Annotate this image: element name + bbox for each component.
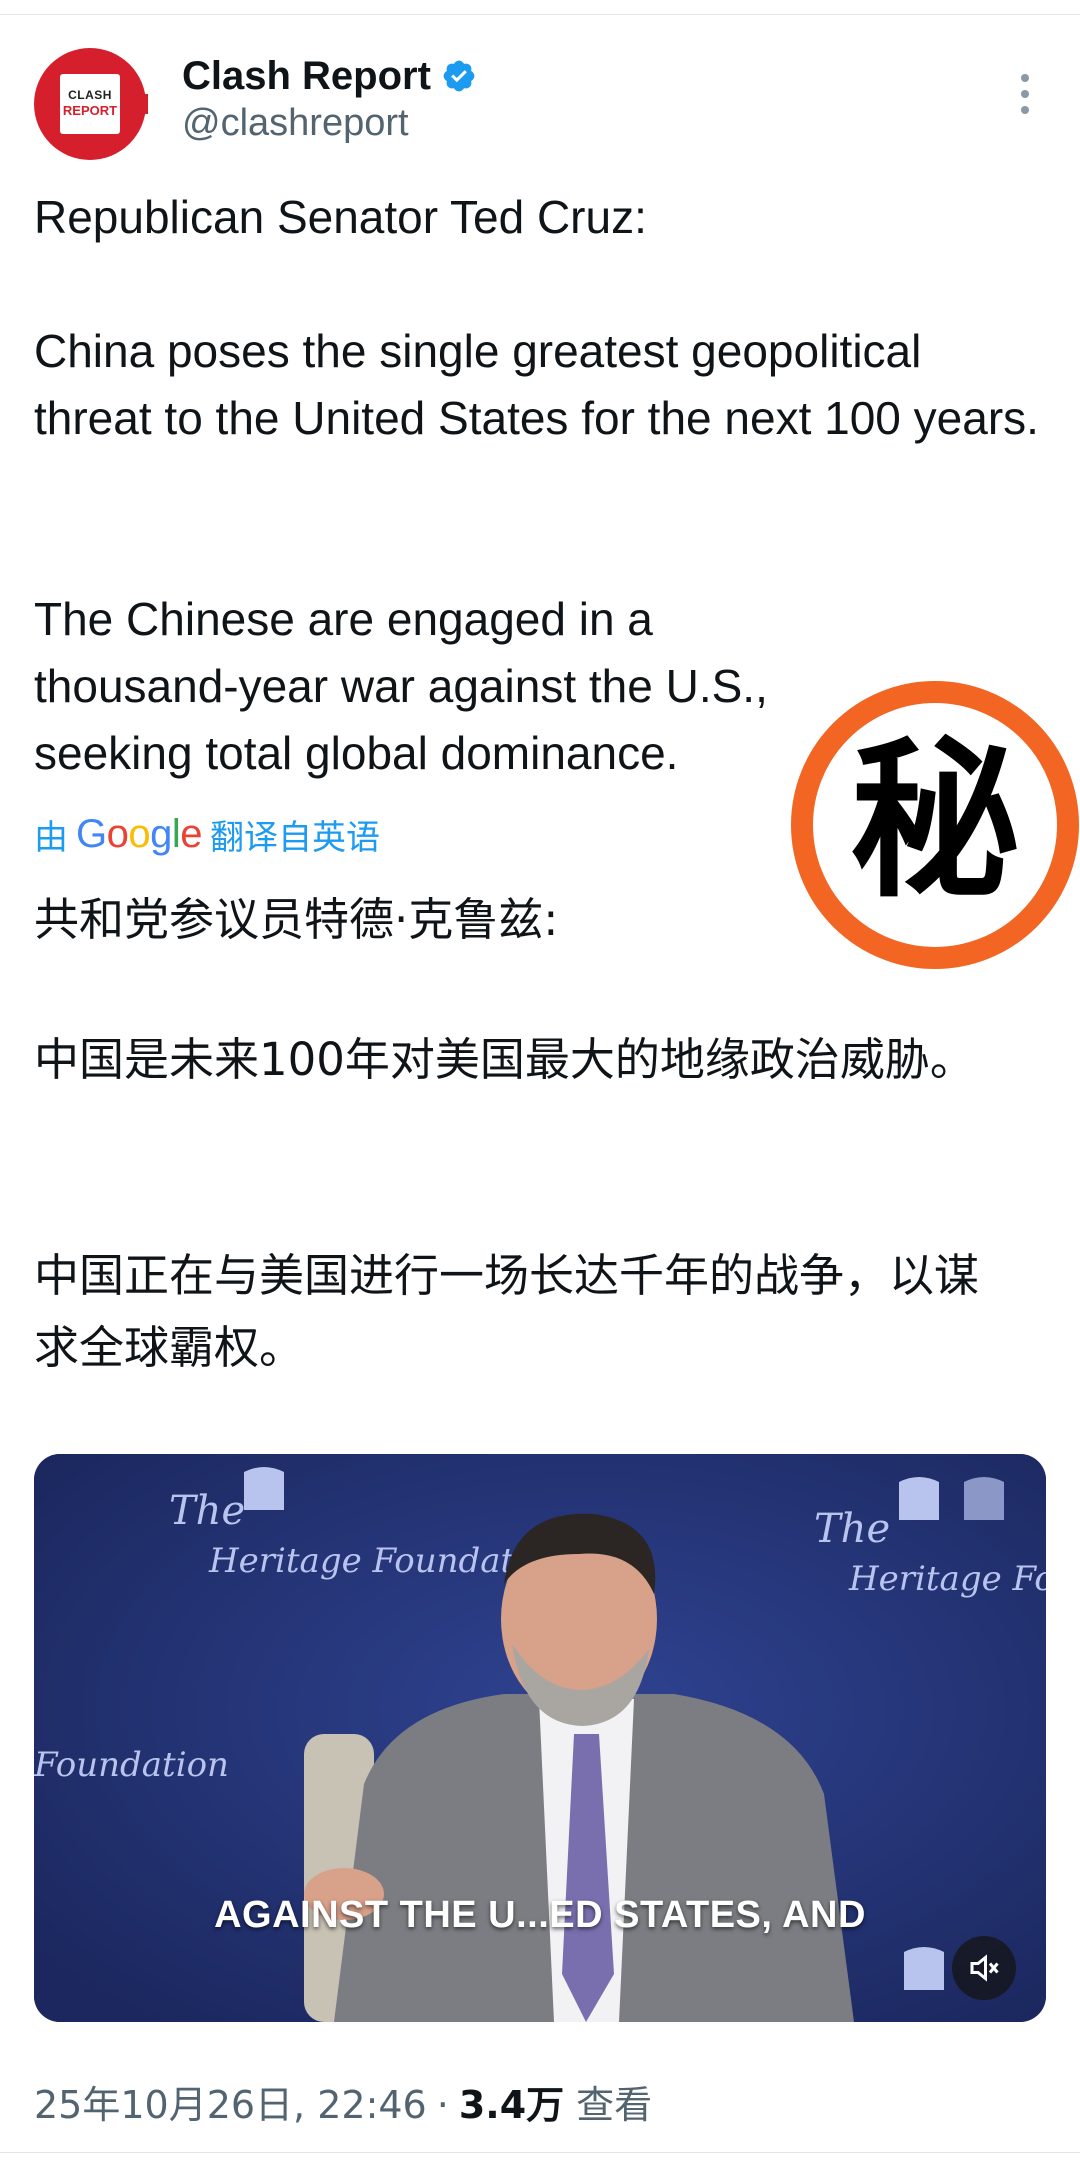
bottom-divider — [0, 2152, 1080, 2153]
meta-separator: · — [436, 2083, 449, 2127]
tweet-meta: 25年10月26日, 22:46 · 3.4万 查看 — [34, 2074, 652, 2129]
display-name[interactable]: Clash Report — [182, 54, 431, 99]
translation-prefix: 由 — [34, 818, 68, 858]
secret-stamp: 秘 — [790, 680, 1080, 970]
tweet-intro: Republican Senator Ted Cruz: — [34, 191, 647, 243]
views-label: 查看 — [576, 2083, 653, 2127]
stamp-char: 秘 — [850, 723, 1020, 921]
avatar-logo-bottom: REPORT — [62, 103, 118, 118]
tweet-paragraph-2: The Chinese are engaged in a thousand-ye… — [34, 593, 768, 779]
verified-badge-icon — [443, 60, 475, 92]
avatar-logo: CLASH REPORT — [60, 74, 120, 134]
backdrop-the-2: The — [814, 1506, 890, 1552]
author-handle[interactable]: @clashreport — [182, 102, 409, 145]
top-divider — [0, 14, 1080, 15]
avatar-notch — [122, 94, 148, 114]
backdrop-heritage-2: Heritage Foundation — [848, 1559, 1046, 1599]
backdrop-the-1: The — [169, 1488, 245, 1534]
avatar-logo-top: CLASH — [68, 88, 112, 102]
google-logo: Google — [76, 812, 203, 856]
backdrop-foundation: Foundation — [34, 1745, 229, 1785]
avatar[interactable]: CLASH REPORT — [34, 48, 148, 160]
video-caption: AGAINST THE U...ED STATES, AND — [214, 1894, 866, 1936]
translation-attribution[interactable]: 由 Google 翻译自英语 — [34, 810, 380, 859]
translated-paragraph-2: 中国正在与美国进行一场长达千年的战争，以谋求全球霸权。 — [34, 1249, 980, 1374]
speaker-muted-icon — [970, 1954, 999, 1982]
author-name-row[interactable]: Clash Report — [182, 50, 477, 102]
more-options-icon[interactable] — [1010, 70, 1040, 120]
tweet-timestamp[interactable]: 25年10月26日, 22:46 — [34, 2074, 427, 2129]
video-player[interactable]: The Heritage Foundation The Heritage Fou… — [34, 1454, 1046, 2022]
translated-paragraph-1: 中国是未来100年对美国最大的地缘政治威胁。 — [34, 1033, 975, 1086]
mute-button[interactable] — [952, 1936, 1016, 2000]
translation-suffix: 翻译自英语 — [210, 818, 381, 858]
views-count[interactable]: 3.4万 — [459, 2074, 564, 2129]
tweet-paragraph-1: China poses the single greatest geopolit… — [34, 325, 1039, 444]
